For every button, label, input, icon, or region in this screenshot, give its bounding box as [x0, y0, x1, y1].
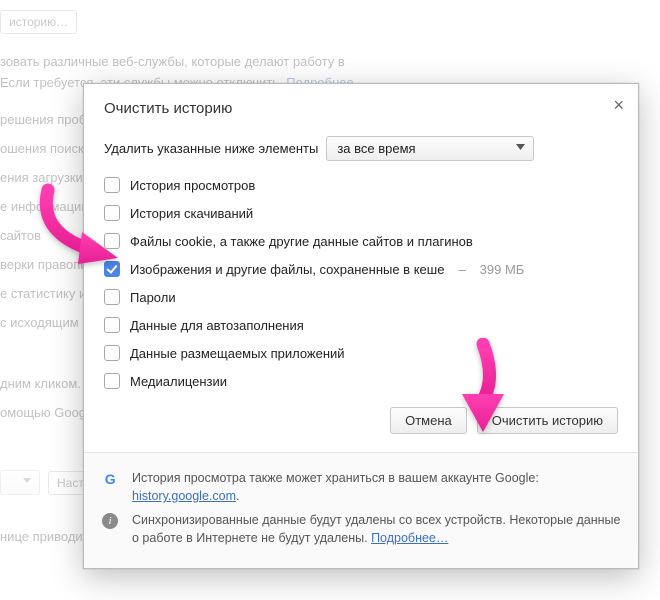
checkbox[interactable] [104, 317, 120, 333]
option-row[interactable]: Пароли [104, 283, 618, 311]
option-label: Данные для автозаполнения [130, 318, 304, 333]
checkbox[interactable] [104, 205, 120, 221]
cancel-button[interactable]: Отмена [390, 407, 467, 434]
option-label: Изображения и другие файлы, сохраненные … [130, 262, 444, 277]
checkbox[interactable] [104, 289, 120, 305]
history-google-link[interactable]: history.google.com [132, 489, 236, 503]
footer-google-text: История просмотра также может храниться … [132, 471, 539, 485]
close-icon[interactable]: × [613, 96, 624, 114]
dialog-footer: G История просмотра также может хранитьс… [84, 452, 638, 568]
clear-history-button[interactable]: Очистить историю [477, 407, 618, 434]
option-row[interactable]: Файлы cookie, а также другие данные сайт… [104, 227, 618, 255]
checkbox[interactable] [104, 373, 120, 389]
option-row[interactable]: Данные для автозаполнения [104, 311, 618, 339]
option-row[interactable]: Изображения и другие файлы, сохраненные … [104, 255, 618, 283]
checkbox[interactable] [104, 261, 120, 277]
option-label: Файлы cookie, а также другие данные сайт… [130, 234, 473, 249]
option-label: Пароли [130, 290, 176, 305]
option-row[interactable]: Медиалицензии [104, 367, 618, 395]
chevron-down-icon [516, 144, 525, 150]
info-icon: i [100, 511, 120, 529]
time-range-label: Удалить указанные ниже элементы [104, 141, 318, 156]
option-row[interactable]: Данные размещаемых приложений [104, 339, 618, 367]
option-row[interactable]: История скачиваний [104, 199, 618, 227]
checkbox[interactable] [104, 345, 120, 361]
option-extra: 399 МБ [480, 262, 525, 277]
option-row[interactable]: История просмотров [104, 171, 618, 199]
option-label: Данные размещаемых приложений [130, 346, 345, 361]
clear-history-dialog: Очистить историю × Удалить указанные ниж… [83, 83, 639, 569]
footer-learnmore-link[interactable]: Подробнее… [371, 531, 448, 545]
options-list: История просмотров История скачиваний Файл… [104, 171, 618, 395]
time-range-select[interactable]: за все время [326, 136, 534, 161]
time-range-value: за все время [337, 141, 415, 156]
option-label: История просмотров [130, 178, 255, 193]
checkbox[interactable] [104, 177, 120, 193]
dialog-title: Очистить историю [104, 100, 232, 117]
google-logo-icon: G [100, 469, 120, 487]
option-label: История скачиваний [130, 206, 253, 221]
option-label: Медиалицензии [130, 374, 227, 389]
checkbox[interactable] [104, 233, 120, 249]
